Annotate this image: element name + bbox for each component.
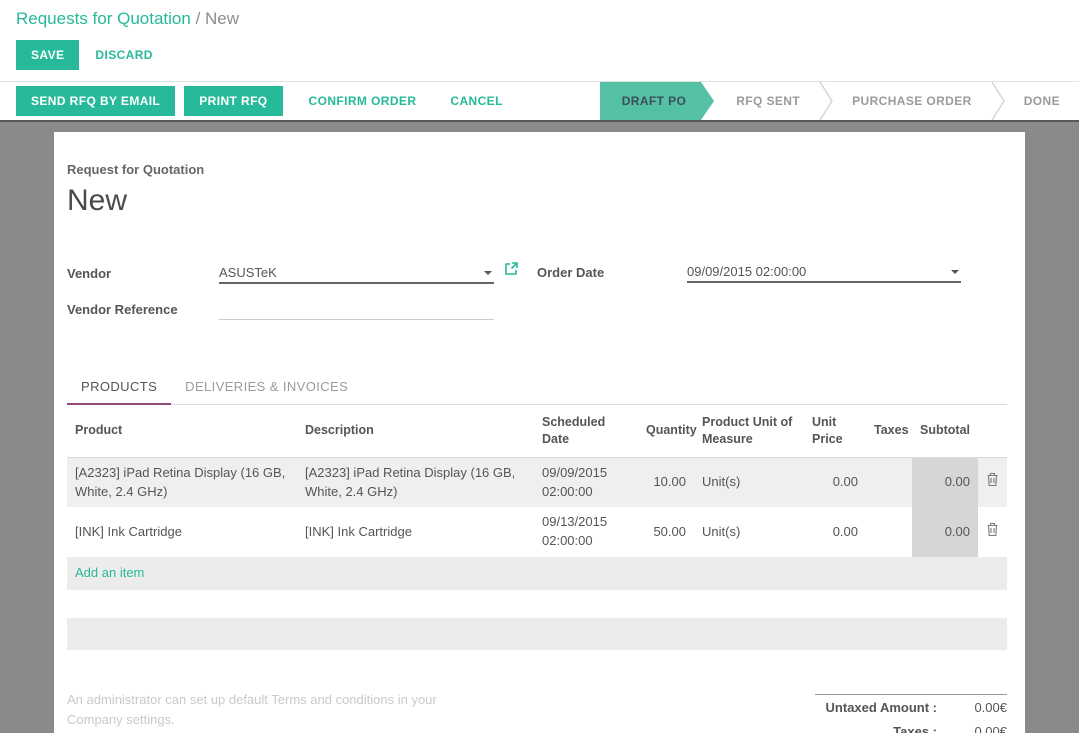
page-title: New [67,184,1007,218]
print-rfq-button[interactable]: PRINT RFQ [184,86,282,116]
col-header-uom: Product Unit of Measure [694,405,804,457]
totals-summary: Untaxed Amount : 0.00€ Taxes : 0.00€ Tot… [815,694,1007,733]
field-group: Vendor ASUSTeK Vendor Reference [67,262,1007,335]
notebook-tabs: PRODUCTS DELIVERIES & INVOICES [67,371,1007,405]
sheet-label: Request for Quotation [67,162,1007,177]
chevron-separator-icon [819,82,833,120]
cell-uom[interactable]: Unit(s) [694,507,804,557]
cell-product[interactable]: [A2323] iPad Retina Display (16 GB, Whit… [67,457,297,507]
untaxed-amount-label: Untaxed Amount : [815,700,937,715]
cancel-button[interactable]: CANCEL [450,94,502,108]
col-header-description: Description [297,405,534,457]
send-rfq-by-email-button[interactable]: SEND RFQ BY EMAIL [16,86,175,116]
col-header-subtotal: Subtotal [912,405,978,457]
col-header-taxes: Taxes [866,405,912,457]
form-canvas: Request for Quotation New Vendor ASUSTeK… [0,120,1079,733]
table-row[interactable]: [A2323] iPad Retina Display (16 GB, Whit… [67,457,1007,507]
statusbar-step-purchase-order[interactable]: PURCHASE ORDER [833,82,991,120]
taxes-label: Taxes : [815,724,937,733]
vendor-field[interactable]: ASUSTeK [219,264,494,284]
cell-scheduled-date[interactable]: 09/13/2015 02:00:00 [534,507,638,557]
delete-row-icon[interactable] [978,457,1007,507]
cell-description[interactable]: [A2323] iPad Retina Display (16 GB, Whit… [297,457,534,507]
open-record-icon[interactable] [504,262,519,284]
statusbar: DRAFT PO RFQ SENT PURCHASE ORDER DONE [600,82,1079,120]
cell-scheduled-date[interactable]: 09/09/2015 02:00:00 [534,457,638,507]
breadcrumb: Requests for Quotation / New [0,0,1079,33]
cell-taxes[interactable] [866,507,912,557]
breadcrumb-parent-link[interactable]: Requests for Quotation [16,9,191,28]
vendor-reference-label: Vendor Reference [67,302,219,320]
vendor-reference-field[interactable] [219,300,494,320]
col-header-quantity: Quantity [638,405,694,457]
cell-subtotal: 0.00 [912,507,978,557]
terms-and-conditions-area [67,690,489,733]
confirm-order-button[interactable]: CONFIRM ORDER [309,94,417,108]
chevron-down-icon[interactable] [484,271,492,275]
vendor-value: ASUSTeK [219,265,277,280]
chevron-separator-icon [991,82,1005,120]
col-header-actions [978,405,1007,457]
order-lines-table: Product Description Scheduled Date Quant… [67,405,1007,590]
cell-description[interactable]: [INK] Ink Cartridge [297,507,534,557]
cell-quantity[interactable]: 50.00 [638,507,694,557]
col-header-unit-price: Unit Price [804,405,866,457]
cell-unit-price[interactable]: 0.00 [804,507,866,557]
cell-product[interactable]: [INK] Ink Cartridge [67,507,297,557]
tab-products[interactable]: PRODUCTS [67,371,171,405]
col-header-scheduled-date: Scheduled Date [534,405,638,457]
statusbar-step-done[interactable]: DONE [1005,82,1079,120]
col-header-product: Product [67,405,297,457]
record-actions: SAVE DISCARD [0,33,1079,81]
save-button[interactable]: SAVE [16,40,79,70]
vendor-label: Vendor [67,266,219,284]
cell-taxes[interactable] [866,457,912,507]
terms-textarea[interactable] [67,690,489,733]
order-date-label: Order Date [537,265,687,283]
statusbar-step-rfq-sent[interactable]: RFQ SENT [717,82,819,120]
breadcrumb-separator: / [196,9,201,28]
discard-button[interactable]: DISCARD [95,48,152,62]
untaxed-amount-value: 0.00€ [947,700,1007,715]
add-an-item-link[interactable]: Add an item [67,557,1007,590]
tab-deliveries-invoices[interactable]: DELIVERIES & INVOICES [171,371,362,404]
cell-uom[interactable]: Unit(s) [694,457,804,507]
action-toolbar: SEND RFQ BY EMAIL PRINT RFQ CONFIRM ORDE… [0,81,1079,120]
table-row[interactable]: [INK] Ink Cartridge [INK] Ink Cartridge … [67,507,1007,557]
order-date-value: 09/09/2015 02:00:00 [687,264,806,279]
order-date-field[interactable]: 09/09/2015 02:00:00 [687,263,961,283]
breadcrumb-current: New [205,9,239,28]
delete-row-icon[interactable] [978,507,1007,557]
taxes-value: 0.00€ [947,724,1007,733]
cell-quantity[interactable]: 10.00 [638,457,694,507]
form-sheet: Request for Quotation New Vendor ASUSTeK… [54,132,1025,733]
cell-subtotal: 0.00 [912,457,978,507]
statusbar-step-draft-po[interactable]: DRAFT PO [600,82,702,120]
chevron-down-icon[interactable] [951,270,959,274]
cell-unit-price[interactable]: 0.00 [804,457,866,507]
list-footer-bar [67,618,1007,650]
